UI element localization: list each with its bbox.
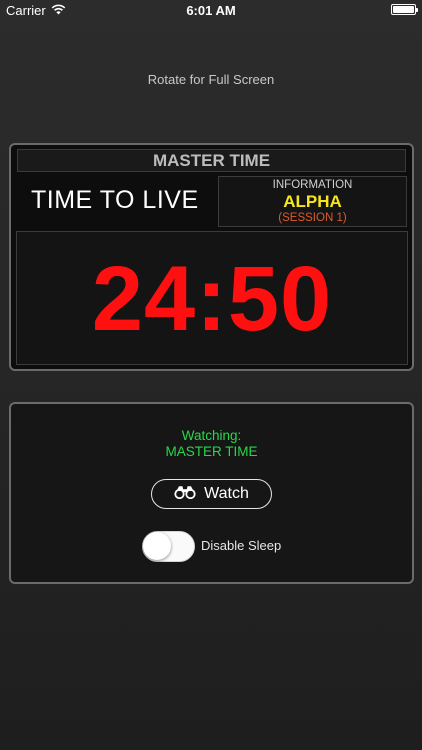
- session-name: TIME TO LIVE: [31, 186, 199, 214]
- information-label: INFORMATION: [272, 179, 353, 191]
- master-time-panel: MASTER TIME TIME TO LIVE INFORMATION ALP…: [9, 143, 414, 371]
- watch-panel: Watching: MASTER TIME Watch Disable Slee…: [9, 402, 414, 584]
- watching-value: MASTER TIME: [165, 444, 258, 459]
- master-time-title: MASTER TIME: [17, 149, 406, 172]
- status-time: 6:01 AM: [186, 3, 236, 18]
- information-value: ALPHA: [283, 192, 342, 211]
- watching-label: Watching:: [181, 428, 242, 443]
- information-session: (SESSION 1): [278, 212, 347, 224]
- disable-sleep-label: Disable Sleep: [201, 538, 282, 553]
- countdown-time: 24:50: [91, 248, 333, 350]
- rotate-hint: Rotate for Full Screen: [147, 72, 275, 87]
- battery-full-icon: [391, 4, 418, 15]
- binoculars-icon: [174, 485, 196, 504]
- watch-button[interactable]: Watch: [151, 479, 272, 509]
- information-box: INFORMATION ALPHA (SESSION 1): [218, 176, 407, 227]
- toggle-knob: [143, 532, 171, 560]
- countdown-display: 24:50: [16, 231, 408, 365]
- watch-button-label: Watch: [204, 485, 249, 502]
- status-bar: Carrier 6:01 AM: [0, 0, 422, 22]
- disable-sleep-toggle[interactable]: [142, 531, 195, 562]
